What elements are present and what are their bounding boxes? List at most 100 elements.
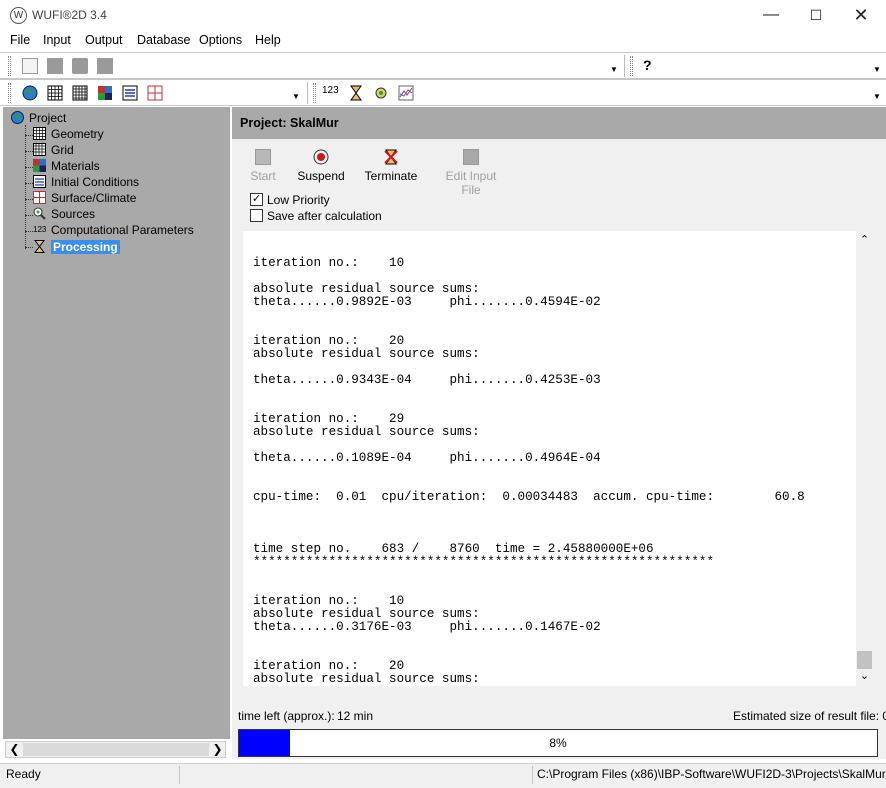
save-file-icon[interactable]: [72, 58, 88, 74]
project-tree-panel: Project Geometry Grid Materials Initial …: [3, 107, 230, 739]
toolbar-grip[interactable]: [8, 83, 11, 103]
menu-file[interactable]: File: [10, 33, 30, 47]
tree-connector: [25, 151, 33, 152]
tree-connector: [25, 215, 33, 216]
menu-input[interactable]: Input: [43, 33, 71, 47]
calculation-log[interactable]: iteration no.: 10 absolute residual sour…: [243, 231, 856, 686]
menu-database[interactable]: Database: [137, 33, 191, 47]
tree-item-processing[interactable]: Processing: [33, 239, 120, 255]
terminate-icon: [383, 149, 399, 165]
hourglass-icon: [33, 240, 46, 254]
initial-conditions-icon[interactable]: [122, 85, 138, 101]
edit-input-file-button[interactable]: Edit Input File: [436, 149, 506, 197]
tree-item-initial-conditions[interactable]: Initial Conditions: [33, 174, 139, 190]
sources-icon[interactable]: [373, 85, 389, 101]
tree-item-sources[interactable]: Sources: [33, 206, 95, 222]
start-button[interactable]: Start: [247, 149, 279, 183]
status-divider: [532, 766, 533, 784]
initial-conditions-icon: [33, 175, 46, 189]
tree-connector: [25, 199, 33, 200]
save-after-calculation-checkbox[interactable]: [250, 209, 263, 223]
tree-item-label: Geometry: [51, 127, 104, 141]
tree-item-label: Grid: [51, 143, 74, 157]
suspend-icon: [313, 149, 329, 165]
tree-connector: [25, 231, 33, 232]
toolbar-separator: [307, 82, 308, 104]
sources-icon: [33, 207, 46, 221]
scrollbar-thumb[interactable]: [857, 651, 872, 669]
tree-connector: [25, 135, 33, 136]
save-after-calculation-option[interactable]: Save after calculation: [250, 209, 382, 223]
computational-parameters-icon[interactable]: 123: [322, 85, 339, 96]
menu-bar: File Input Output Database Options Help: [0, 31, 886, 51]
tree-item-label: Initial Conditions: [51, 175, 140, 189]
save-as-icon[interactable]: [97, 58, 113, 74]
scroll-up-icon[interactable]: ⌃: [856, 232, 873, 249]
open-file-icon[interactable]: [47, 58, 63, 74]
globe-icon[interactable]: [22, 85, 38, 101]
tree-connector: [25, 247, 33, 248]
toolbar-dropdown-icon[interactable]: ▼: [873, 92, 881, 101]
toolbar-grip[interactable]: [313, 83, 316, 103]
low-priority-option[interactable]: ✓ Low Priority: [250, 193, 330, 207]
tree-item-label: Sources: [51, 207, 96, 221]
new-file-icon[interactable]: [22, 58, 38, 74]
tree-item-grid[interactable]: Grid: [33, 142, 74, 158]
scrollbar-thumb[interactable]: [23, 743, 209, 756]
tree-item-computational-parameters[interactable]: 123 Computational Parameters: [33, 222, 194, 238]
menu-output[interactable]: Output: [85, 33, 123, 47]
toolbar-dropdown-icon[interactable]: ▼: [873, 65, 881, 74]
suspend-button[interactable]: Suspend: [296, 149, 346, 183]
toolbar-dropdown-icon[interactable]: ▼: [610, 65, 618, 74]
geometry-grid-icon[interactable]: [47, 85, 63, 101]
surface-climate-icon[interactable]: [147, 85, 163, 101]
start-icon: [255, 149, 271, 165]
edit-input-file-label: Edit Input File: [445, 169, 497, 197]
results-graph-icon[interactable]: [398, 85, 414, 101]
computational-parameters-icon: 123: [33, 225, 47, 235]
log-vertical-scrollbar[interactable]: ⌃ ⌄: [856, 231, 873, 686]
tree-item-label: Surface/Climate: [51, 191, 137, 205]
scroll-left-icon[interactable]: ❮: [6, 742, 23, 757]
low-priority-checkbox[interactable]: ✓: [250, 193, 263, 207]
toolbar-dropdown-icon[interactable]: ▼: [292, 92, 300, 101]
grid-icon[interactable]: [72, 85, 88, 101]
scroll-down-icon[interactable]: ⌄: [856, 668, 873, 685]
status-divider: [179, 766, 180, 784]
project-title: Project: SkalMur: [240, 116, 339, 130]
toolbar-separator: [624, 55, 625, 77]
estimated-result-size: Estimated size of result file: 0 GB: [733, 709, 886, 723]
hourglass-icon[interactable]: [348, 85, 364, 101]
tree-item-label: Project: [29, 111, 67, 125]
menu-options[interactable]: Options: [199, 33, 242, 47]
scroll-right-icon[interactable]: ❯: [209, 742, 226, 757]
main-toolbar: ▼ ? ▼: [0, 52, 886, 79]
close-button[interactable]: ✕: [838, 0, 884, 31]
materials-icon: [33, 159, 46, 173]
tree-horizontal-scrollbar[interactable]: ❮ ❯: [5, 741, 226, 758]
menu-help[interactable]: Help: [255, 33, 281, 47]
tree-item-materials[interactable]: Materials: [33, 158, 100, 174]
grid-icon: [33, 143, 46, 157]
tree-item-surface-climate[interactable]: Surface/Climate: [33, 190, 136, 206]
window-title: WUFI®2D 3.4: [32, 8, 107, 22]
toolbar-grip[interactable]: [8, 56, 11, 76]
tree-connector: [25, 167, 33, 168]
surface-climate-icon: [33, 191, 46, 205]
progress-percent: 8%: [549, 736, 567, 750]
terminate-button[interactable]: Terminate: [364, 149, 418, 183]
maximize-button[interactable]: ☐: [793, 0, 839, 31]
tree-item-label-selected: Processing: [51, 240, 120, 254]
minimize-button[interactable]: —: [748, 0, 794, 31]
help-button[interactable]: ?: [643, 57, 652, 73]
low-priority-label: Low Priority: [267, 193, 330, 207]
log-text: iteration no.: 10 absolute residual sour…: [253, 256, 805, 686]
tree-item-project[interactable]: Project: [11, 110, 66, 126]
materials-icon[interactable]: [97, 85, 113, 101]
toolbar-grip[interactable]: [630, 56, 633, 76]
save-after-calculation-label: Save after calculation: [267, 209, 382, 223]
status-text: Ready: [6, 767, 41, 781]
time-left-label: time left (approx.):: [238, 709, 335, 723]
tree-item-geometry[interactable]: Geometry: [33, 126, 104, 142]
time-left-value: 12 min: [337, 709, 374, 723]
